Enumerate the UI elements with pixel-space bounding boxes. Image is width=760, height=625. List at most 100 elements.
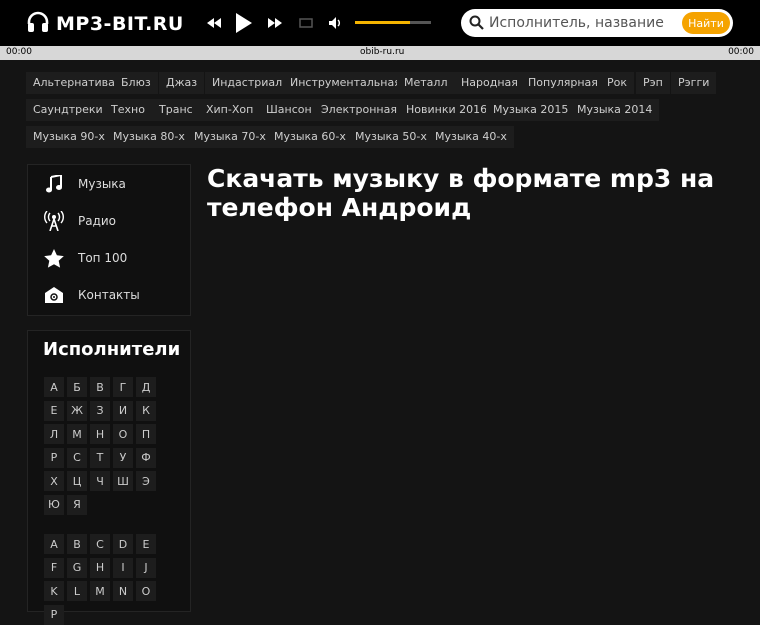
artists-panel: Исполнители АБВГД ЕЖЗИК ЛМНОП РСТУФ ХЦЧШЭ ЮЯA…	[27, 330, 191, 625]
rewind-button[interactable]	[205, 13, 223, 33]
cyrillic-letter-link[interactable]: С	[67, 447, 87, 468]
genre-tag[interactable]: Музыка 90-х	[26, 126, 112, 148]
nav-item-label: Музыка	[78, 177, 126, 191]
cyrillic-letter-link[interactable]: Е	[44, 400, 64, 421]
cyrillic-letter-link[interactable]: Э	[136, 471, 156, 491]
genre-tag[interactable]: Металл	[397, 72, 455, 94]
genre-tag[interactable]: Альтернатива	[26, 72, 122, 94]
genre-tag[interactable]: Блюз	[114, 72, 158, 94]
top-bar: MP3-BIT.RU Найти	[0, 0, 760, 46]
artists-title: Исполнители	[43, 339, 181, 360]
latin-letter-link[interactable]: D	[113, 534, 133, 554]
genre-tag[interactable]: Инструментальная	[283, 72, 408, 94]
site-logo[interactable]: MP3-BIT.RU	[26, 10, 184, 38]
cyrillic-letter-link[interactable]: Ч	[90, 471, 110, 491]
nav-item-label: Топ 100	[78, 251, 128, 265]
genre-tag[interactable]: Транс	[152, 99, 200, 121]
latin-letter-link[interactable]: M	[90, 581, 110, 601]
cyrillic-letter-link[interactable]: Т	[90, 447, 110, 468]
play-button[interactable]	[233, 11, 255, 35]
genre-tag[interactable]: Музыка 2015	[486, 99, 576, 121]
search-icon	[469, 15, 484, 34]
latin-letter-link[interactable]: B	[67, 534, 87, 554]
cyrillic-letter-link[interactable]: М	[67, 424, 87, 444]
volume-slider[interactable]	[355, 21, 431, 24]
speaker-icon	[329, 17, 340, 29]
genre-tag[interactable]: Саундтреки	[26, 99, 110, 121]
track-label: obib-ru.ru	[360, 47, 405, 57]
cyrillic-letter-link[interactable]: З	[90, 400, 110, 421]
cyrillic-letter-link[interactable]: И	[113, 400, 133, 421]
genre-tag[interactable]: Хип-Хоп	[199, 99, 261, 121]
cyrillic-letter-link[interactable]: К	[136, 400, 156, 421]
genre-tag[interactable]: Новинки 2016	[399, 99, 495, 121]
genre-tag[interactable]: Народная	[454, 72, 525, 94]
rewind-icon	[207, 18, 221, 28]
genre-tag[interactable]: Рок	[600, 72, 635, 94]
cyrillic-letter-link[interactable]: О	[113, 424, 133, 444]
contact-mail-icon	[42, 283, 66, 307]
genre-tag[interactable]: Популярная	[521, 72, 605, 94]
genre-tag[interactable]: Рэгги	[671, 72, 717, 94]
genre-tag[interactable]: Электронная	[314, 99, 404, 121]
cyrillic-letter-link[interactable]: Д	[136, 377, 156, 397]
cyrillic-letter-link[interactable]: П	[136, 424, 156, 444]
latin-letter-link[interactable]: H	[90, 557, 110, 578]
genre-tag[interactable]: Техно	[104, 99, 152, 121]
music-note-icon	[42, 172, 66, 196]
fast-forward-button[interactable]	[266, 13, 284, 33]
genre-tag[interactable]: Музыка 2014	[570, 99, 660, 121]
genre-tag[interactable]: Музыка 60-х	[267, 126, 353, 148]
cyrillic-letter-link[interactable]: Я	[67, 494, 87, 515]
cyrillic-letter-link[interactable]: А	[44, 377, 64, 397]
latin-letter-link[interactable]: C	[90, 534, 110, 554]
nav-item-top100[interactable]: Топ 100	[42, 244, 127, 272]
cyrillic-letter-link[interactable]: Ж	[67, 400, 87, 421]
latin-letter-link[interactable]: K	[44, 581, 64, 601]
latin-letter-link[interactable]: G	[67, 557, 87, 578]
cyrillic-letter-link[interactable]: У	[113, 447, 133, 468]
page-title: Скачать музыку в формате mp3 на телефон …	[207, 164, 715, 222]
current-time: 00:00	[6, 47, 32, 57]
cyrillic-letter-link[interactable]: Х	[44, 471, 64, 491]
latin-letter-link[interactable]: F	[44, 557, 64, 578]
cyrillic-letter-link[interactable]: Р	[44, 447, 64, 468]
latin-letter-link[interactable]: A	[44, 534, 64, 554]
nav-item-contacts[interactable]: Контакты	[42, 281, 140, 309]
search-button[interactable]: Найти	[682, 12, 730, 34]
cyrillic-letter-link[interactable]: Ю	[44, 494, 64, 515]
cyrillic-letter-link[interactable]: Н	[90, 424, 110, 444]
fast-forward-icon	[268, 18, 282, 28]
repeat-button[interactable]	[297, 13, 315, 33]
genre-tag[interactable]: Музыка 70-х	[187, 126, 273, 148]
cyrillic-letter-link[interactable]: Ц	[67, 471, 87, 491]
cyrillic-letter-link[interactable]: Ф	[136, 447, 156, 468]
latin-letter-link[interactable]: L	[67, 581, 87, 601]
cyrillic-letter-link[interactable]: Л	[44, 424, 64, 444]
cyrillic-letter-link[interactable]: Ш	[113, 471, 133, 491]
latin-letter-link[interactable]: I	[113, 557, 133, 578]
total-time: 00:00	[728, 47, 754, 57]
genre-tag[interactable]: Музыка 40-х	[428, 126, 514, 148]
genre-tag[interactable]: Индастриал	[205, 72, 290, 94]
latin-letter-link[interactable]: P	[44, 604, 64, 625]
nav-item-radio[interactable]: Радио	[42, 207, 116, 235]
genre-tag[interactable]: Музыка 50-х	[348, 126, 434, 148]
genre-tag[interactable]: Музыка 80-х	[106, 126, 192, 148]
genre-tag[interactable]: Джаз	[159, 72, 205, 94]
cyrillic-letter-link[interactable]: Г	[113, 377, 133, 397]
latin-letter-link[interactable]: N	[113, 581, 133, 601]
latin-letter-link[interactable]: O	[136, 581, 156, 601]
repeat-icon	[299, 18, 313, 28]
genre-tag[interactable]: Шансон	[259, 99, 319, 121]
cyrillic-letter-link[interactable]: Б	[67, 377, 87, 397]
volume-button[interactable]	[327, 13, 345, 33]
star-icon	[42, 246, 66, 270]
search-input[interactable]	[489, 13, 667, 33]
nav-item-music[interactable]: Музыка	[42, 170, 126, 198]
cyrillic-letter-link[interactable]: В	[90, 377, 110, 397]
genre-tag[interactable]: Рэп	[636, 72, 670, 94]
latin-letter-link[interactable]: E	[136, 534, 156, 554]
latin-letter-link[interactable]: J	[136, 557, 156, 578]
track-progress-bar[interactable]: 00:00 obib-ru.ru 00:00	[0, 46, 760, 60]
